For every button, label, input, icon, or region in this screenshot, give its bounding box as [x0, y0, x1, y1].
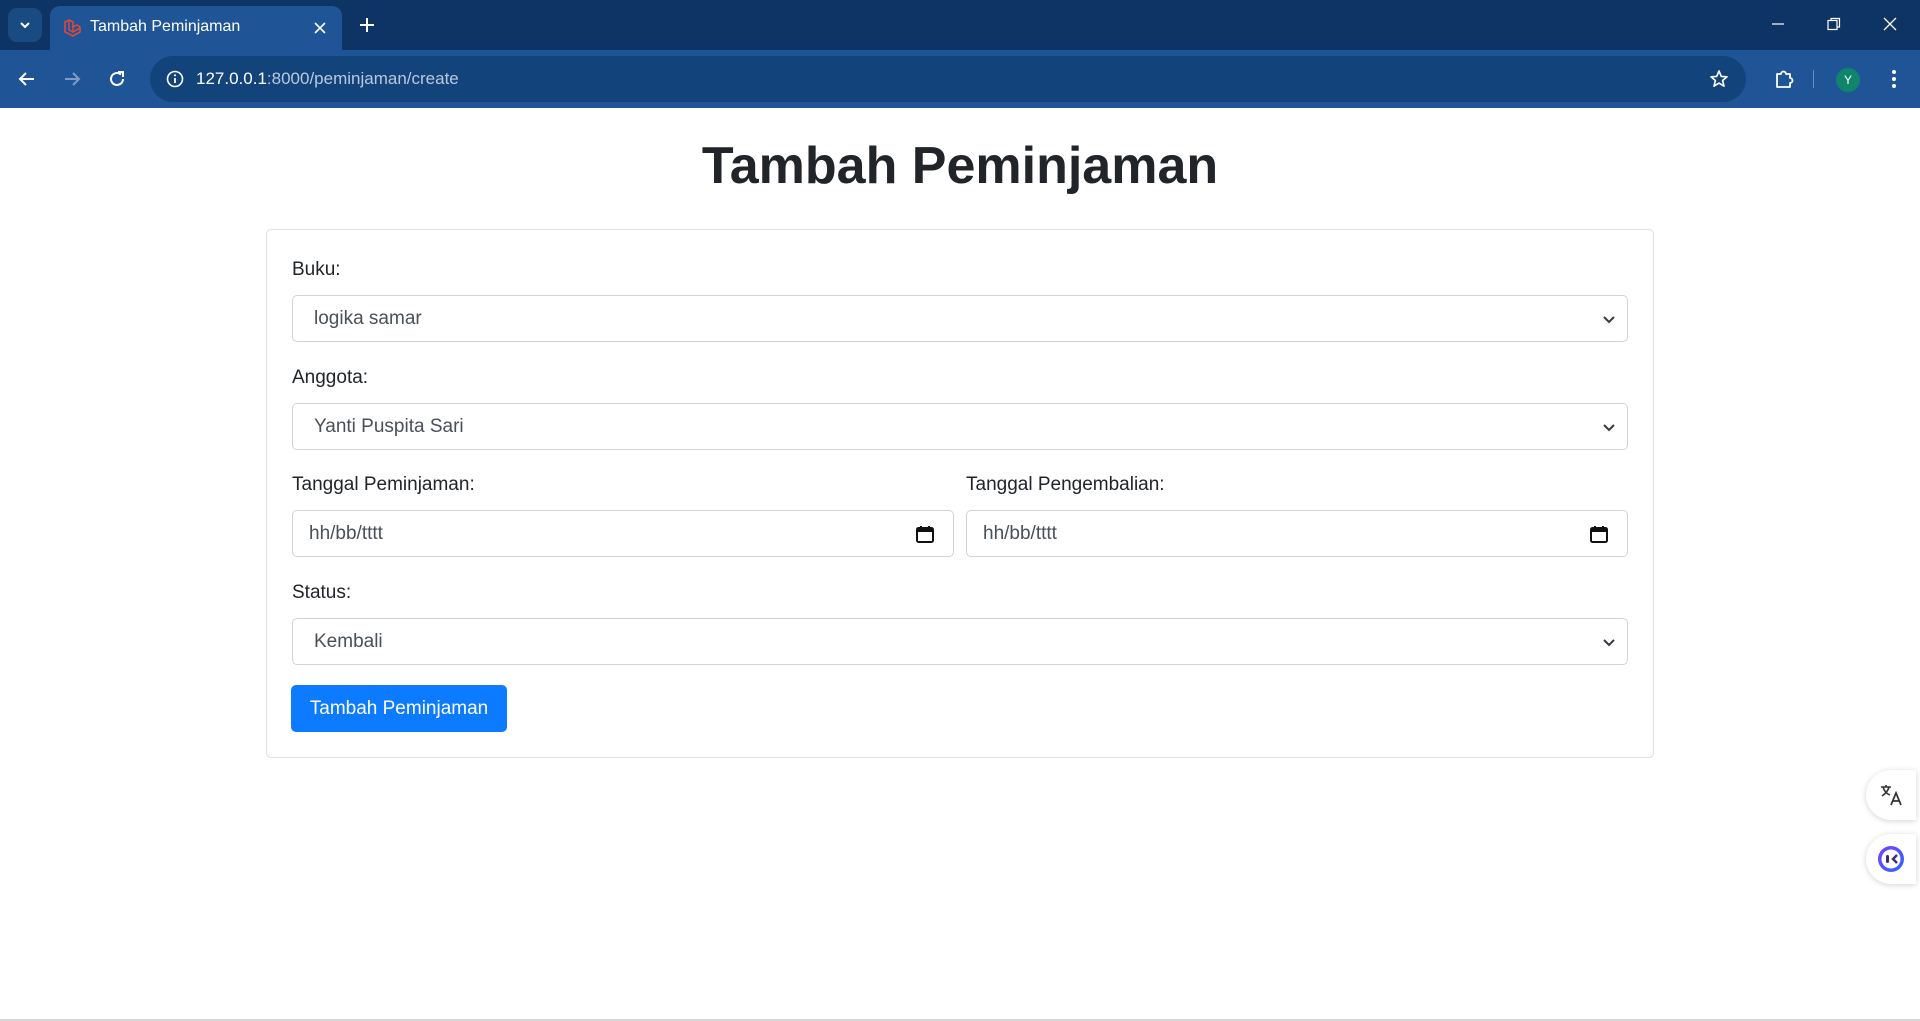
browser-tab[interactable]: Tambah Peminjaman	[50, 6, 342, 50]
toolbar-separator	[1813, 70, 1814, 88]
calendar-icon[interactable]	[915, 524, 935, 544]
anggota-select[interactable]: Yanti Puspita Sari	[292, 403, 1628, 450]
buku-select[interactable]: logika samar	[292, 295, 1628, 342]
puzzle-icon	[1776, 70, 1794, 88]
tanggal-pengembalian-placeholder: hh/bb/tttt	[983, 523, 1057, 544]
anggota-label: Anggota:	[292, 367, 369, 388]
calendar-icon[interactable]	[1589, 524, 1609, 544]
profile-avatar[interactable]: Y	[1836, 68, 1860, 92]
minimize-button[interactable]	[1750, 0, 1806, 48]
minimize-icon	[1772, 23, 1784, 25]
close-icon	[314, 22, 326, 34]
assistant-icon	[1878, 846, 1904, 872]
address-bar[interactable]: 127.0.0.1:8000/peminjaman/create	[150, 56, 1746, 102]
info-icon	[166, 70, 184, 88]
url-host: 127.0.0.1	[196, 69, 267, 88]
arrow-right-icon	[65, 72, 81, 86]
browser-toolbar: 127.0.0.1:8000/peminjaman/create Y	[0, 50, 1920, 108]
status-select-value: Kembali	[314, 631, 383, 652]
chevron-down-icon	[20, 22, 30, 29]
translate-icon	[1881, 785, 1902, 806]
chevron-down-icon	[1603, 639, 1615, 647]
browser-tab-bar: Tambah Peminjaman	[0, 0, 1920, 50]
close-icon	[1883, 17, 1897, 31]
tanggal-peminjaman-input[interactable]: hh/bb/tttt	[292, 510, 954, 557]
assistant-button[interactable]	[1866, 834, 1916, 884]
extensions-button[interactable]	[1766, 61, 1802, 97]
star-icon	[1710, 70, 1728, 87]
submit-button[interactable]: Tambah Peminjaman	[291, 685, 507, 732]
translate-button[interactable]	[1866, 770, 1916, 820]
arrow-left-icon	[18, 72, 34, 86]
restore-button[interactable]	[1806, 0, 1862, 48]
browser-menu-button[interactable]	[1878, 61, 1910, 97]
tab-close-button[interactable]	[308, 16, 332, 40]
status-select[interactable]: Kembali	[292, 618, 1628, 665]
page-title: Tambah Peminjaman	[701, 137, 1219, 195]
new-tab-button[interactable]	[352, 10, 382, 40]
tab-list-button[interactable]	[8, 8, 42, 42]
site-info-button[interactable]	[162, 66, 188, 92]
forward-button[interactable]	[54, 61, 90, 97]
chevron-down-icon	[1603, 316, 1615, 324]
tanggal-peminjaman-placeholder: hh/bb/tttt	[309, 523, 383, 544]
reload-icon	[110, 71, 124, 86]
tanggal-peminjaman-label: Tanggal Peminjaman:	[292, 474, 475, 495]
reload-button[interactable]	[99, 61, 135, 97]
restore-icon	[1827, 17, 1841, 31]
kebab-menu-icon	[1892, 70, 1896, 88]
back-button[interactable]	[9, 61, 45, 97]
chevron-down-icon	[1603, 424, 1615, 432]
tanggal-pengembalian-input[interactable]: hh/bb/tttt	[966, 510, 1628, 557]
close-window-button[interactable]	[1862, 0, 1918, 48]
tanggal-pengembalian-label: Tanggal Pengembalian:	[966, 474, 1165, 495]
url-text: 127.0.0.1:8000/peminjaman/create	[196, 69, 459, 89]
buku-label: Buku:	[292, 259, 341, 280]
url-path: :8000/peminjaman/create	[266, 69, 459, 88]
laravel-icon	[64, 19, 81, 37]
tab-title: Tambah Peminjaman	[90, 18, 241, 35]
plus-icon	[360, 18, 374, 32]
anggota-select-value: Yanti Puspita Sari	[314, 416, 464, 437]
bookmark-button[interactable]	[1706, 66, 1732, 92]
status-label: Status:	[292, 582, 352, 603]
buku-select-value: logika samar	[314, 308, 422, 329]
